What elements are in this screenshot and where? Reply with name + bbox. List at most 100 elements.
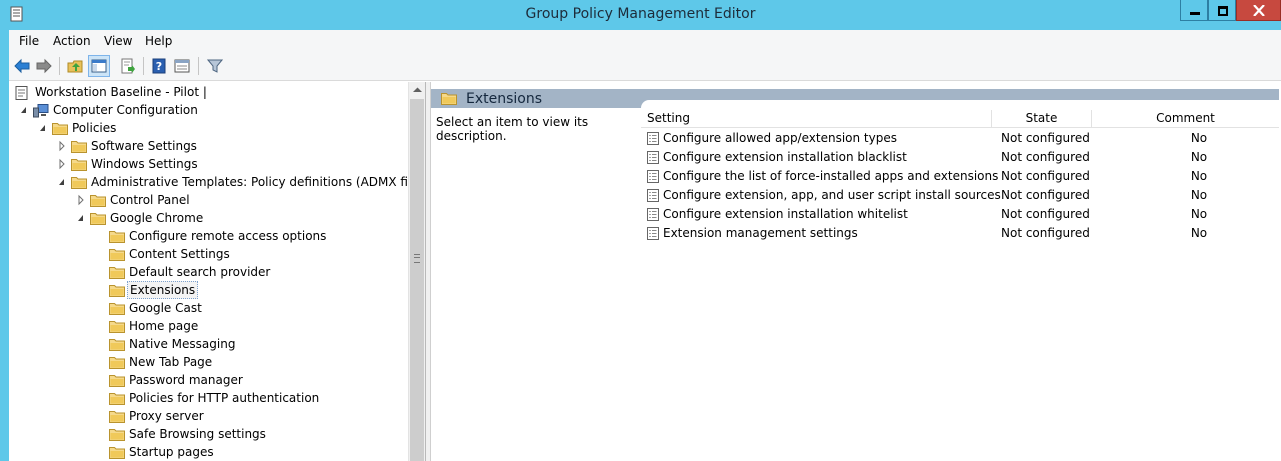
tree-expander[interactable] [57,155,67,173]
tree-expander[interactable] [57,137,67,155]
setting-name: Configure the list of force-installed ap… [663,169,999,183]
computer-icon [33,104,49,118]
tree-item-label: Computer Configuration [53,103,198,117]
setting-state: Not configured [1001,207,1090,221]
maximize-icon [1218,6,1228,16]
tree-expander[interactable] [19,101,29,119]
tree-scrollbar[interactable] [408,82,426,461]
maximize-button[interactable] [1208,0,1236,21]
folder-icon [52,123,68,135]
folder-icon [109,321,125,333]
close-button[interactable] [1236,0,1281,21]
tree-item-label: Safe Browsing settings [129,427,266,441]
collapsed-arrow-icon [78,194,84,206]
setting-row[interactable]: Configure extension installation blackli… [641,148,1279,167]
filter-icon [207,59,223,73]
setting-row[interactable]: Extension management settings Not configu… [641,224,1279,243]
show-hide-tree-icon [91,59,107,73]
folder-icon [441,93,457,105]
column-header-comment[interactable]: Comment [1092,110,1279,128]
setting-state: Not configured [1001,169,1090,183]
tree-item-label: Policies for HTTP authentication [129,391,320,405]
toolbar-separator [143,57,144,75]
folder-icon [109,267,125,279]
scroll-up-arrow-icon[interactable] [409,82,426,99]
back-button[interactable] [11,55,33,77]
section-title: Extensions [466,91,543,107]
settings-list: Setting State Comment Configure allowed … [641,100,1279,461]
export-list-icon [121,58,135,74]
up-one-level-button[interactable] [64,55,86,77]
folder-icon [109,339,125,351]
folder-icon [109,447,125,459]
tree-item-label: New Tab Page [129,355,213,369]
description-panel: Select an item to view its description. [431,108,641,461]
tree-item-label: Software Settings [91,139,197,153]
tree-item-label: Workstation Baseline - Pilot | [35,85,207,99]
setting-state: Not configured [1001,150,1090,164]
setting-row[interactable]: Configure extension installation whiteli… [641,205,1279,224]
folder-icon [71,159,87,171]
filter-button[interactable] [204,55,226,77]
tree-item-label: Extensions [127,281,199,299]
help-button[interactable]: ? [148,55,170,77]
setting-icon [647,208,659,221]
folder-icon [90,195,106,207]
expanded-arrow-icon [59,179,64,185]
toolbar-separator [59,57,60,75]
tree-expander[interactable] [38,119,48,137]
show-hide-console-tree-button[interactable] [88,55,110,77]
menu-view[interactable]: View [104,34,132,48]
menu-file[interactable]: File [19,34,39,48]
folder-icon [109,285,125,297]
editor-window: File Action View Help ? Workstation Base… [9,30,1281,461]
close-icon [1253,5,1265,16]
setting-icon [647,132,659,145]
tree-item-label: Google Cast [129,301,202,315]
tree-item-label: Configure remote access options [129,229,327,243]
up-folder-icon [67,60,83,73]
folder-icon [109,231,125,243]
tree-item-label: Proxy server [129,409,204,423]
tree-item-label: Control Panel [110,193,190,207]
folder-icon [71,177,87,189]
toolbar: ? [9,52,1281,81]
window-title: Group Policy Management Editor [525,6,756,22]
help-icon: ? [152,58,166,74]
properties-button[interactable] [171,55,193,77]
minimize-icon [1190,12,1200,15]
collapsed-arrow-icon [59,140,65,152]
tree-item-label: Content Settings [129,247,230,261]
policy-doc-icon [15,86,28,100]
setting-state: Not configured [1001,131,1090,145]
setting-row[interactable]: Configure the list of force-installed ap… [641,167,1279,186]
scroll-thumb[interactable] [410,99,424,461]
setting-row[interactable]: Configure extension, app, and user scrip… [641,186,1279,205]
minimize-button[interactable] [1180,0,1208,21]
column-header-state[interactable]: State [992,110,1092,128]
details-pane: Extensions Select an item to view its de… [431,82,1279,461]
setting-comment: No [1190,150,1208,164]
menu-action[interactable]: Action [53,34,91,48]
toolbar-separator [198,57,199,75]
setting-state: Not configured [1001,188,1090,202]
tree-item-label: Administrative Templates: Policy definit… [91,175,426,189]
export-list-button[interactable] [117,55,139,77]
tree-expander[interactable] [57,173,67,191]
setting-row[interactable]: Configure allowed app/extension types Not… [641,129,1279,148]
menu-help[interactable]: Help [145,34,172,48]
console-tree: Workstation Baseline - Pilot | Computer C… [9,82,426,461]
column-header-setting[interactable]: Setting [641,110,992,128]
folder-icon [109,429,125,441]
forward-button[interactable] [33,55,55,77]
menu-bar: File Action View Help [9,30,1281,52]
tree-expander[interactable] [76,209,86,227]
tree-expander[interactable] [76,191,86,209]
back-arrow-icon [14,58,30,74]
setting-name: Configure extension installation whiteli… [663,207,908,221]
setting-state: Not configured [1001,226,1090,240]
tree-item-label: Native Messaging [129,337,236,351]
description-text: Select an item to view its description. [436,115,589,143]
tree-item-label: Default search provider [129,265,271,279]
folder-icon [109,249,125,261]
